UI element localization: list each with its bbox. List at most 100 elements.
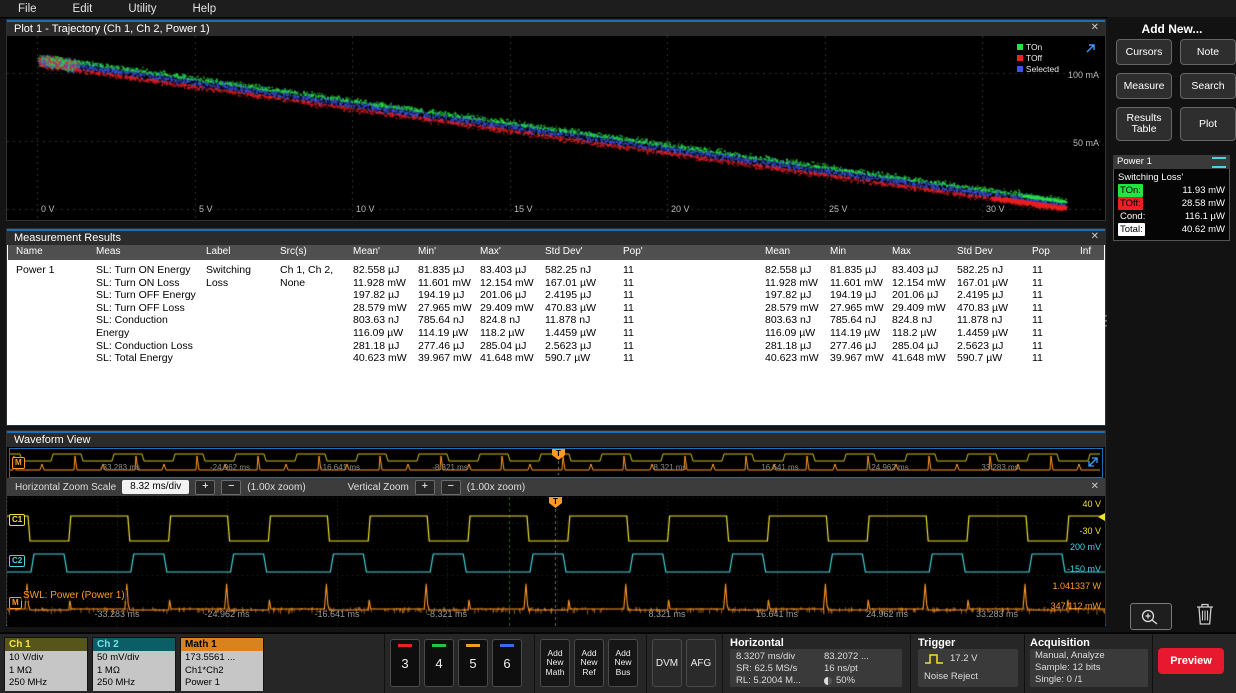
column-header: Mean' <box>353 246 380 257</box>
zoom-tool-button[interactable] <box>1130 603 1172 630</box>
menu-item-help[interactable]: Help <box>192 3 216 15</box>
legend-swatch <box>1017 44 1023 50</box>
channel-6-button[interactable]: 6 <box>492 639 522 687</box>
legend-swatch <box>1017 66 1023 72</box>
table-cell-value: 281.18 µJ <box>765 340 811 352</box>
sidebar-button-note[interactable]: Note <box>1180 39 1236 65</box>
table-cell-value: 11 <box>623 314 634 326</box>
horizontal-title: Horizontal <box>730 637 784 649</box>
y-tick-label: 50 mA <box>1073 138 1099 148</box>
zoom-canvas[interactable] <box>7 497 1105 627</box>
h-zoom-scale-value[interactable]: 8.32 ms/div <box>122 480 189 494</box>
ch2-badge[interactable]: Ch 2 50 mV/div1 MΩ250 MHz <box>92 637 176 690</box>
zoom-close-button[interactable]: ✕ <box>1091 481 1099 493</box>
table-cell-value: 118.2 µW <box>892 327 936 339</box>
menu-item-file[interactable]: File <box>18 3 37 15</box>
h-zoom-in-button[interactable]: + <box>195 480 215 495</box>
math1-badge[interactable]: Math 1 173.5561 ...Ch1*Ch2Power 1 <box>180 637 264 690</box>
zoomed-waveform-area[interactable]: T C1 C2 M SWL: Power (Power 1) 40 V-30 V… <box>7 497 1105 627</box>
ch1-badge-settings: 10 V/div1 MΩ250 MHz <box>5 651 87 691</box>
h-zoom-out-button[interactable]: − <box>221 480 241 495</box>
add-new-bus-button[interactable]: AddNewBus <box>608 639 638 687</box>
table-cell-value: 82.558 µJ <box>353 264 399 276</box>
v-zoom-out-button[interactable]: − <box>441 480 461 495</box>
overview-math-marker[interactable]: M <box>12 457 25 469</box>
v-zoom-in-button[interactable]: + <box>415 480 435 495</box>
sidebar-button-plot[interactable]: Plot <box>1180 107 1236 141</box>
zoom-time-label: -8.321 ms <box>427 609 467 619</box>
table-cell-value: 11.601 mW <box>830 277 883 289</box>
right-sidebar: Add New... Cursors Note Measure Search Resul… <box>1108 17 1236 632</box>
table-cell-value: 197.82 µJ <box>765 289 811 301</box>
table-cell-value: 1.4459 µW <box>545 327 596 339</box>
table-cell-value: 11 <box>623 289 634 301</box>
column-header: Min' <box>418 246 436 257</box>
preview-button[interactable]: Preview <box>1158 648 1224 674</box>
table-cell-value: 39.967 mW <box>418 352 472 364</box>
table-cell-value: 285.04 µJ <box>480 340 526 352</box>
table-cell-value: 114.19 µW <box>418 327 468 339</box>
power1-badge-header[interactable]: Power 1 <box>1113 155 1230 169</box>
sidebar-button-cursors[interactable]: Cursors <box>1116 39 1172 65</box>
menu-bar: File Edit Utility Help <box>0 0 1236 18</box>
channel-5-button[interactable]: 5 <box>458 639 488 687</box>
ch2-waveform-marker[interactable]: C2 <box>9 555 25 567</box>
column-header: Meas <box>96 246 120 257</box>
sidebar-button-search[interactable]: Search <box>1180 73 1236 99</box>
sidebar-button-results-table[interactable]: Results Table <box>1116 107 1172 141</box>
measurement-panel-title[interactable]: Measurement Results <box>7 229 1105 245</box>
plot-expand-icon[interactable] <box>1084 42 1097 60</box>
table-cell-value: 81.835 µJ <box>830 264 876 276</box>
overview-zoom-handle-icon[interactable] <box>1086 455 1100 474</box>
overview-time-label: 16.641 ms <box>761 463 798 472</box>
ch1-waveform-marker[interactable]: C1 <box>9 514 25 526</box>
result-row-cond: Cond:116.1 µW <box>1118 210 1225 223</box>
math1-badge-settings: 173.5561 ...Ch1*Ch2Power 1 <box>181 651 263 691</box>
zoom-time-label: 24.962 ms <box>866 609 908 619</box>
table-cell-value: 40.623 mW <box>353 352 407 364</box>
trash-icon[interactable] <box>1194 601 1216 632</box>
table-cell-meas: SL: Conduction Loss <box>96 340 193 352</box>
trigger-level-arrow[interactable] <box>1098 513 1105 521</box>
column-header: Src(s) <box>280 246 307 257</box>
table-cell-value: 590.7 µW <box>957 352 1002 364</box>
trigger-edge-icon <box>924 652 944 670</box>
scale-label: 347.112 mW <box>1051 601 1101 611</box>
waveform-view-title[interactable]: Waveform View <box>7 431 1105 447</box>
x-tick-label: 15 V <box>514 204 533 214</box>
dvm-button[interactable]: DVM <box>652 639 682 687</box>
channel-4-button[interactable]: 4 <box>424 639 454 687</box>
table-cell-value: 194.19 µJ <box>830 289 876 301</box>
add-new-title: Add New... <box>1108 22 1236 36</box>
result-row-ton: TOn: 11.93 mW <box>1118 184 1225 197</box>
plot-close-button[interactable]: ✕ <box>1091 22 1099 34</box>
math-waveform-marker[interactable]: M <box>9 597 22 609</box>
table-cell-value: 785.64 nJ <box>830 314 876 326</box>
ch1-badge[interactable]: Ch 1 10 V/div1 MΩ250 MHz <box>4 637 88 690</box>
add-new-ref-button[interactable]: AddNewRef <box>574 639 604 687</box>
channel-3-button[interactable]: 3 <box>390 639 420 687</box>
plot-panel-title[interactable]: Plot 1 - Trajectory (Ch 1, Ch 2, Power 1… <box>7 20 1105 36</box>
table-cell-value: 11.601 mW <box>418 277 471 289</box>
power1-result-badge[interactable]: Power 1 Switching Loss' TOn:11.93 mWTOff… <box>1113 155 1230 241</box>
measurement-close-button[interactable]: ✕ <box>1091 231 1099 243</box>
menu-item-utility[interactable]: Utility <box>128 3 156 15</box>
result-key: TOn: <box>1118 184 1143 197</box>
measurement-results-panel: Measurement Results ✕ NameMeasLabelSrc(s… <box>6 228 1106 426</box>
table-cell-value: 39.967 mW <box>830 352 884 364</box>
column-header: Pop' <box>623 246 643 257</box>
waveform-overview[interactable]: -33.283 ms-24.962 ms-16.641 ms-8.321 ms8… <box>9 448 1103 478</box>
measurement-table-body[interactable]: Power 1SL: Turn ON EnergySL: Turn ON Los… <box>8 260 1104 410</box>
table-cell-src: Ch 1, Ch 2, <box>280 264 333 276</box>
add-new-math-button[interactable]: AddNewMath <box>540 639 570 687</box>
x-tick-label: 20 V <box>671 204 690 214</box>
table-cell-value: 11 <box>1032 352 1043 364</box>
afg-button[interactable]: AFG <box>686 639 716 687</box>
menu-item-edit[interactable]: Edit <box>73 3 93 15</box>
acquisition-single: Single: 0 /1 <box>1035 674 1083 685</box>
sidebar-button-measure[interactable]: Measure <box>1116 73 1172 99</box>
trajectory-plot[interactable] <box>7 36 1103 220</box>
result-key: TOff: <box>1118 197 1143 210</box>
result-value: 11.93 mW <box>1182 184 1225 197</box>
table-cell-value: 27.965 mW <box>830 302 884 314</box>
